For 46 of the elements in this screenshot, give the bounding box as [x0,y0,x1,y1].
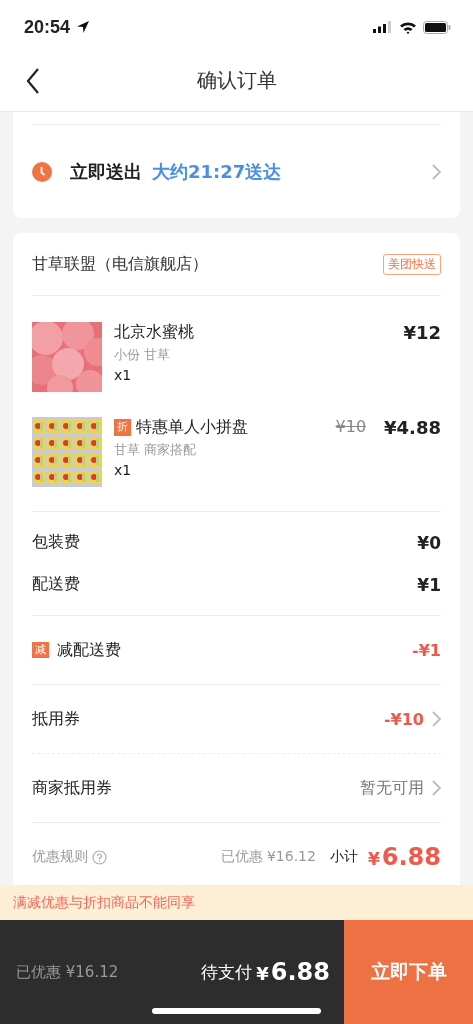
saved-amount: 已优惠 ¥16.12 [220,848,316,866]
pay-label: 待支付 [201,960,253,984]
location-arrow-icon [76,20,91,34]
chevron-right-icon [432,711,441,727]
store-name: 甘草联盟（电信旗舰店） [32,253,208,275]
discount-label: 减配送费 [57,639,121,661]
delivery-badge: 美团快送 [383,253,441,275]
discount-value: -¥1 [412,640,441,660]
fee-label: 配送费 [32,574,80,595]
subtotal-amount: ¥6.88 [367,843,441,871]
signal-icon [373,21,393,33]
fee-label: 包装费 [32,532,80,553]
coupon-label: 抵用券 [32,708,80,730]
item-quantity: x1 [114,367,133,383]
fee-value: ¥1 [417,574,441,595]
item-quantity: x1 [114,462,133,478]
battery-icon [423,20,451,34]
coupon-value: -¥10 [383,709,424,729]
page-title: 确认订单 [196,67,277,94]
pay-amount: ¥6.88 [256,958,330,986]
saved-amount: 已优惠 ¥16.12 [16,962,119,982]
back-icon[interactable] [26,68,40,94]
delivery-time-row[interactable]: 立即送出 大约21:27送达 [32,125,441,218]
delivery-eta: 大约21:27送达 [152,159,282,184]
discount-tag: 折 [114,419,131,436]
coupon-value: 暂无可用 [360,777,424,799]
item-spec: 甘草 商家搭配 [114,441,198,459]
item-price: ¥4.88 [384,417,441,438]
fee-value: ¥0 [417,532,441,553]
coupon-label: 商家抵用券 [32,777,112,799]
item-spec: 小份 甘草 [114,346,172,364]
original-price: ¥10 [335,417,367,436]
chevron-right-icon [432,163,441,180]
wifi-icon [399,20,417,34]
item-price: ¥12 [403,322,441,343]
delivery-label: 立即送出 [70,159,142,184]
coupon-row[interactable]: 抵用券 -¥10 [32,685,441,753]
item-name: 北京水蜜桃 [114,322,194,343]
clock-icon [32,161,52,182]
subtotal-label: 小计 [329,848,358,866]
chevron-right-icon [432,780,441,796]
coupon-row[interactable]: 商家抵用券 暂无可用 [32,754,441,822]
status-time: 20:54 [24,16,71,38]
discount-tag: 减 [32,641,49,659]
item-name: 特惠单人小拼盘 [136,417,248,438]
notice-banner: 满减优惠与折扣商品不能同享 [0,885,473,920]
